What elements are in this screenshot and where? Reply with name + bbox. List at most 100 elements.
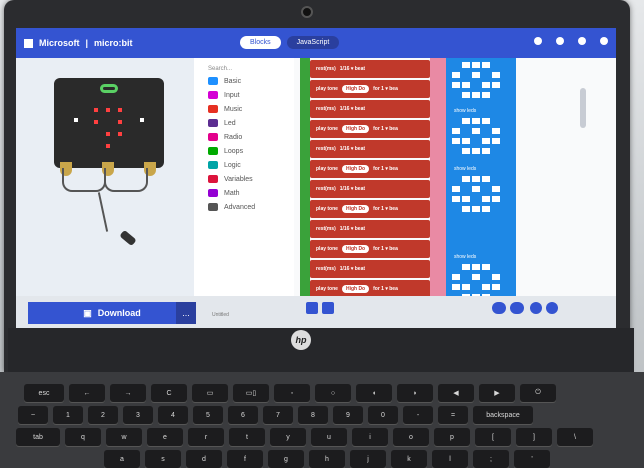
- beat-dropdown[interactable]: for 1 ▾ bea: [373, 166, 398, 172]
- rest-block[interactable]: rest(ms) 1/16 ▾ beat: [310, 100, 430, 118]
- key[interactable]: ~: [18, 406, 48, 424]
- led-cell[interactable]: [472, 148, 480, 154]
- led-cell[interactable]: [492, 196, 500, 202]
- note-picker[interactable]: High Do: [341, 125, 370, 133]
- beat-dropdown[interactable]: for 1 ▾ bea: [373, 126, 398, 132]
- key[interactable]: i: [352, 428, 388, 446]
- key[interactable]: 3: [123, 406, 153, 424]
- key[interactable]: h: [309, 450, 345, 468]
- category-basic[interactable]: Basic: [208, 76, 294, 86]
- led-cell[interactable]: [462, 138, 470, 144]
- note-picker[interactable]: High Do: [341, 285, 370, 293]
- category-led[interactable]: Led: [208, 118, 294, 128]
- play-tone-block[interactable]: play tone High Do for 1 ▾ bea: [310, 80, 430, 98]
- key[interactable]: ▭: [192, 384, 228, 402]
- led-cell[interactable]: [452, 196, 460, 202]
- led-cell[interactable]: [472, 264, 480, 270]
- led-cell[interactable]: [492, 186, 500, 192]
- led-cell[interactable]: [492, 128, 500, 134]
- key[interactable]: ▶: [479, 384, 515, 402]
- led-cell[interactable]: [472, 206, 480, 212]
- key[interactable]: C: [151, 384, 187, 402]
- note-picker[interactable]: High Do: [341, 245, 370, 253]
- toolbox-search-input[interactable]: Search...: [208, 66, 294, 72]
- key[interactable]: w: [106, 428, 142, 446]
- key[interactable]: e: [147, 428, 183, 446]
- led-cell[interactable]: [452, 186, 460, 192]
- key[interactable]: ←: [69, 384, 105, 402]
- play-tone-block[interactable]: play tone High Do for 1 ▾ bea: [310, 200, 430, 218]
- category-variables[interactable]: Variables: [208, 174, 294, 184]
- key[interactable]: tab: [16, 428, 60, 446]
- key[interactable]: a: [104, 450, 140, 468]
- key[interactable]: ◀: [438, 384, 474, 402]
- key[interactable]: =: [438, 406, 468, 424]
- led-cell[interactable]: [492, 284, 500, 290]
- led-cell[interactable]: [462, 176, 470, 182]
- key[interactable]: s: [145, 450, 181, 468]
- led-grid[interactable]: [452, 118, 502, 158]
- tab-javascript[interactable]: JavaScript: [286, 36, 340, 49]
- category-advanced[interactable]: Advanced: [208, 202, 294, 212]
- led-cell[interactable]: [492, 82, 500, 88]
- key[interactable]: l: [432, 450, 468, 468]
- key[interactable]: o: [393, 428, 429, 446]
- led-cell[interactable]: [492, 138, 500, 144]
- key[interactable]: p: [434, 428, 470, 446]
- led-cell[interactable]: [482, 196, 490, 202]
- play-tone-block[interactable]: play tone High Do for 1 ▾ bea: [310, 240, 430, 258]
- category-loops[interactable]: Loops: [208, 146, 294, 156]
- key[interactable]: t: [229, 428, 265, 446]
- led-cell[interactable]: [472, 72, 480, 78]
- led-cell[interactable]: [482, 148, 490, 154]
- beat-dropdown[interactable]: 1/16 ▾ beat: [340, 186, 365, 192]
- key[interactable]: -: [403, 406, 433, 424]
- led-cell[interactable]: [482, 284, 490, 290]
- category-input[interactable]: Input: [208, 90, 294, 100]
- led-cell[interactable]: [472, 176, 480, 182]
- key[interactable]: →: [110, 384, 146, 402]
- led-cell[interactable]: [482, 118, 490, 124]
- rest-block[interactable]: rest(ms) 1/16 ▾ beat: [310, 220, 430, 238]
- rest-block[interactable]: rest(ms) 1/16 ▾ beat: [310, 60, 430, 78]
- home-icon[interactable]: [534, 37, 542, 45]
- key[interactable]: backspace: [473, 406, 533, 424]
- rest-block[interactable]: rest(ms) 1/16 ▾ beat: [310, 140, 430, 158]
- settings-icon[interactable]: [600, 37, 608, 45]
- led-cell[interactable]: [482, 138, 490, 144]
- key[interactable]: ◖: [356, 384, 392, 402]
- note-picker[interactable]: High Do: [341, 205, 370, 213]
- led-cell[interactable]: [482, 82, 490, 88]
- play-tone-block[interactable]: play tone High Do for 1 ▾ bea: [310, 280, 430, 296]
- led-cell[interactable]: [472, 62, 480, 68]
- key[interactable]: 1: [53, 406, 83, 424]
- key[interactable]: q: [65, 428, 101, 446]
- project-name-input[interactable]: Untitled: [212, 312, 229, 318]
- key[interactable]: u: [311, 428, 347, 446]
- led-cell[interactable]: [472, 92, 480, 98]
- help-icon[interactable]: [578, 37, 586, 45]
- github-icon[interactable]: [322, 302, 334, 314]
- undo-icon[interactable]: [492, 302, 506, 314]
- key[interactable]: 2: [88, 406, 118, 424]
- key[interactable]: ◗: [397, 384, 433, 402]
- beat-dropdown[interactable]: 1/16 ▾ beat: [340, 66, 365, 72]
- key[interactable]: y: [270, 428, 306, 446]
- blocks-workspace[interactable]: rest(ms) 1/16 ▾ beat play tone High Do for 1…: [294, 58, 616, 296]
- beat-dropdown[interactable]: for 1 ▾ bea: [373, 286, 398, 292]
- led-cell[interactable]: [452, 138, 460, 144]
- workspace-scrollbar[interactable]: [580, 88, 586, 128]
- led-cell[interactable]: [472, 274, 480, 280]
- share-icon[interactable]: [556, 37, 564, 45]
- key[interactable]: 5: [193, 406, 223, 424]
- button-b[interactable]: [140, 118, 144, 122]
- category-radio[interactable]: Radio: [208, 132, 294, 142]
- key[interactable]: [: [475, 428, 511, 446]
- led-cell[interactable]: [462, 206, 470, 212]
- led-cell[interactable]: [462, 118, 470, 124]
- led-cell[interactable]: [482, 264, 490, 270]
- beat-dropdown[interactable]: 1/16 ▾ beat: [340, 266, 365, 272]
- led-cell[interactable]: [462, 264, 470, 270]
- save-icon[interactable]: [306, 302, 318, 314]
- led-cell[interactable]: [482, 62, 490, 68]
